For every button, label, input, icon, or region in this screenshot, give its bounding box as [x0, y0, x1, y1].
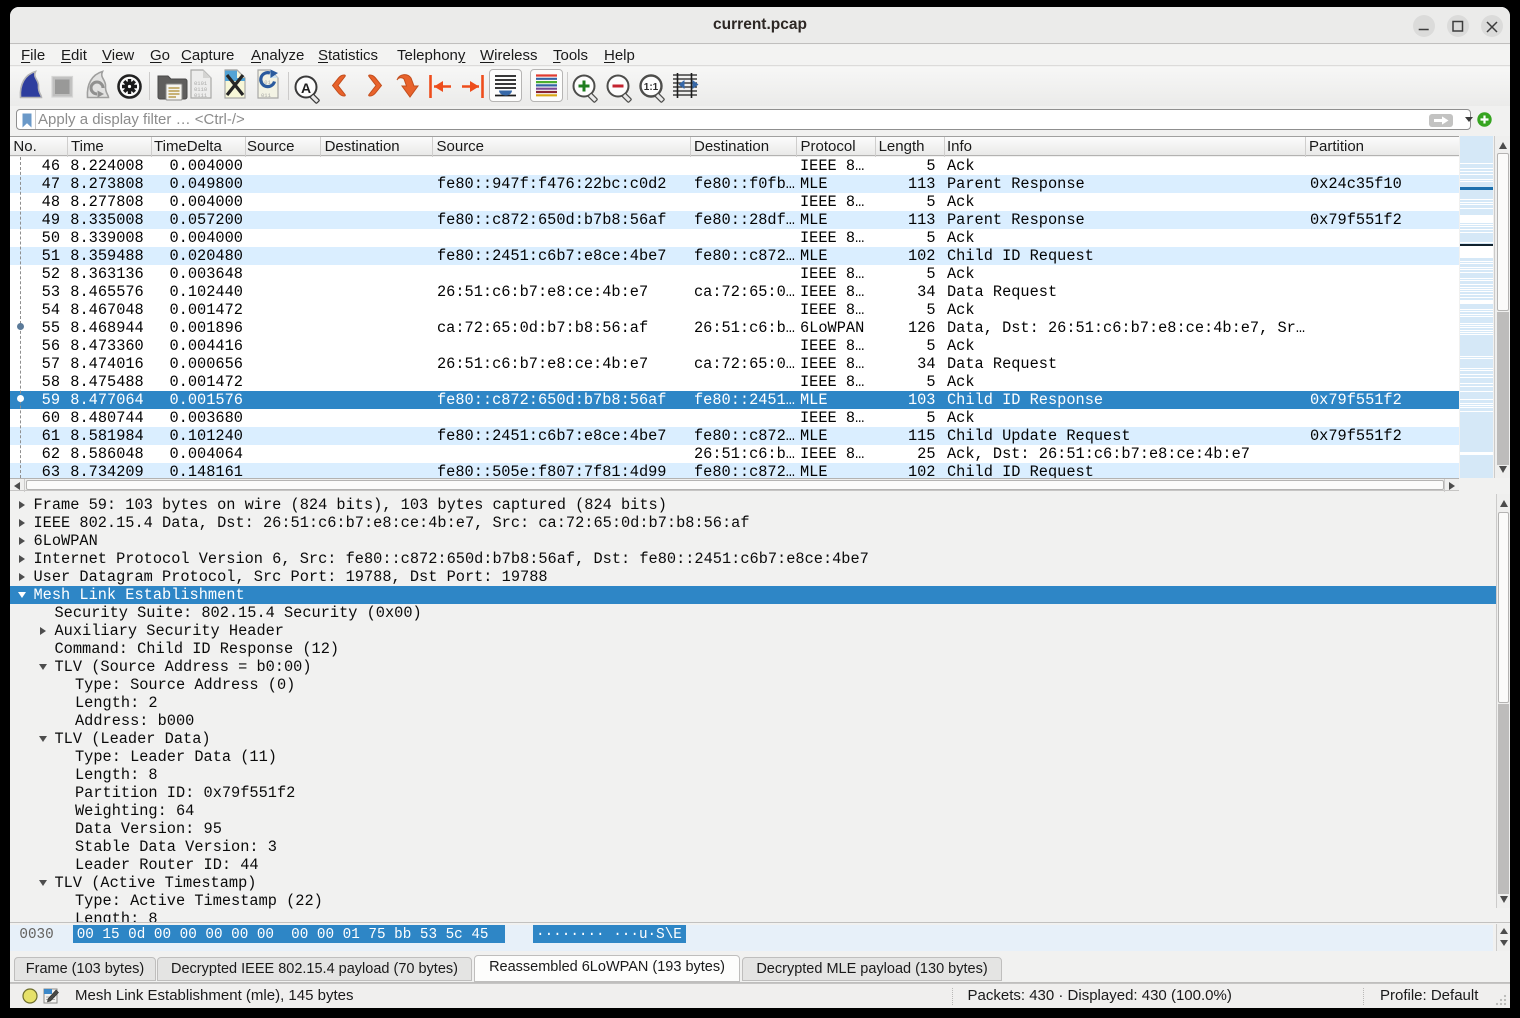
svg-text:1:1: 1:1 [644, 82, 659, 93]
